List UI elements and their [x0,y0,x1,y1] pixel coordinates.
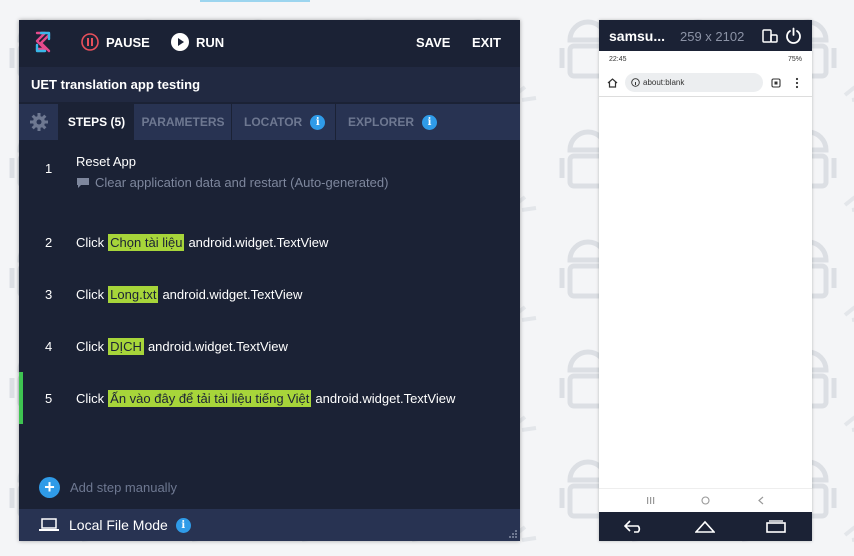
add-step-button[interactable]: + Add step manually [39,476,177,498]
step-target: Long.txt [108,285,159,303]
home-triangle-icon[interactable] [695,520,715,533]
step-item[interactable]: 4 Click DỊCH android.widget.TextView [19,320,520,372]
plus-icon: + [39,476,60,498]
run-label: RUN [196,34,225,50]
device-resolution: 259 x 2102 [680,29,745,44]
power-icon[interactable] [785,27,802,44]
tab-bar: STEPS (5) PARAMETERS LOCATOR i EXPLORER … [19,104,520,140]
status-battery: 75% [787,56,802,63]
step-description: Click Long.txt android.widget.TextView [76,268,302,320]
comment-icon [77,177,89,188]
info-icon[interactable]: i [175,517,191,533]
url-field[interactable]: about:blank [625,73,763,92]
pause-label: PAUSE [106,34,150,50]
phone-status-bar: 22:45 75% [599,51,812,69]
back-icon[interactable] [757,496,765,505]
tab-settings[interactable] [19,104,59,140]
app-logo-icon [35,31,51,53]
device-preview: samsu... 259 x 2102 22:45 75% about:blan… [599,20,812,541]
toolbar: PAUSE RUN SAVE EXIT [19,20,520,64]
url-text: about:blank [643,78,685,87]
rotate-icon[interactable] [762,28,778,44]
step-number: 4 [45,338,53,354]
tab-explorer[interactable]: EXPLORER i [337,104,457,140]
step-description: Click Chọn tài liệu android.widget.TextV… [76,216,328,268]
steps-list: 1 Reset App Clear application data and r… [19,140,520,480]
play-icon [171,33,189,51]
phone-nav-bar [599,512,812,541]
step-element: android.widget.TextView [162,286,303,302]
tab-explorer-label: EXPLORER [348,115,415,129]
back-arrow-icon[interactable] [624,520,644,533]
step-element: android.widget.TextView [147,338,288,354]
tab-locator[interactable]: LOCATOR i [233,104,336,140]
exit-button[interactable]: EXIT [472,32,501,52]
step-action: Click [76,390,105,406]
info-icon[interactable]: i [422,114,438,130]
step-target: DỊCH [108,337,144,355]
step-number: 2 [45,234,53,250]
step-item[interactable]: 3 Click Long.txt android.widget.TextView [19,268,520,320]
tabs-icon[interactable] [771,78,781,88]
step-element: android.widget.TextView [315,390,456,406]
step-action: Click [76,234,105,250]
step-subtitle-text: Clear application data and restart (Auto… [95,175,389,190]
step-action: Click [76,338,105,354]
step-number: 5 [45,390,53,406]
footer-bar: Local File Mode i [19,509,520,541]
step-item[interactable]: 2 Click Chọn tài liệu android.widget.Tex… [19,216,520,268]
add-step-label: Add step manually [70,479,177,495]
device-header: samsu... 259 x 2102 [599,20,812,51]
recent-apps-icon[interactable] [646,496,655,505]
device-name: samsu... [609,28,666,44]
step-item-active[interactable]: 5 Click Ấn vào đây để tải tài liệu tiếng… [19,372,520,424]
project-title: UET translation app testing [19,67,520,102]
resize-grip-icon[interactable] [509,530,517,538]
step-item[interactable]: 1 Reset App Clear application data and r… [19,142,520,194]
step-description: Click DỊCH android.widget.TextView [76,320,288,372]
tab-parameters[interactable]: PARAMETERS [135,104,232,140]
tab-steps[interactable]: STEPS (5) [59,104,134,140]
info-icon[interactable]: i [310,114,326,130]
overview-icon[interactable] [766,520,786,533]
step-number: 3 [45,286,53,302]
step-target: Chọn tài liệu [108,233,185,251]
pause-icon [81,33,99,51]
step-description: Click Ấn vào đây để tải tài liệu tiếng V… [76,372,455,424]
gear-icon [29,113,48,131]
top-accent-line [200,0,310,2]
pause-button[interactable]: PAUSE [81,32,150,52]
step-action: Click [76,286,105,302]
step-number: 1 [45,160,53,176]
home-circle-icon[interactable] [701,496,710,505]
laptop-icon [39,518,59,531]
step-subtitle: Clear application data and restart (Auto… [76,175,388,190]
home-icon[interactable] [607,78,618,88]
recorder-panel: PAUSE RUN SAVE EXIT UET translation app … [19,20,520,541]
file-mode-label: Local File Mode [69,517,168,533]
save-button[interactable]: SAVE [416,32,450,52]
info-icon [631,78,640,87]
tab-locator-label: LOCATOR [244,115,303,129]
browser-nav-bar [599,488,812,512]
step-target: Ấn vào đây để tải tài liệu tiếng Việt [108,389,312,407]
step-action: Reset App [76,154,136,169]
step-element: android.widget.TextView [188,234,329,250]
run-button[interactable]: RUN [171,32,224,52]
active-step-indicator [19,372,23,424]
menu-dots-icon[interactable] [795,77,799,89]
browser-address-bar: about:blank [599,69,812,97]
status-time: 22:45 [609,56,627,63]
